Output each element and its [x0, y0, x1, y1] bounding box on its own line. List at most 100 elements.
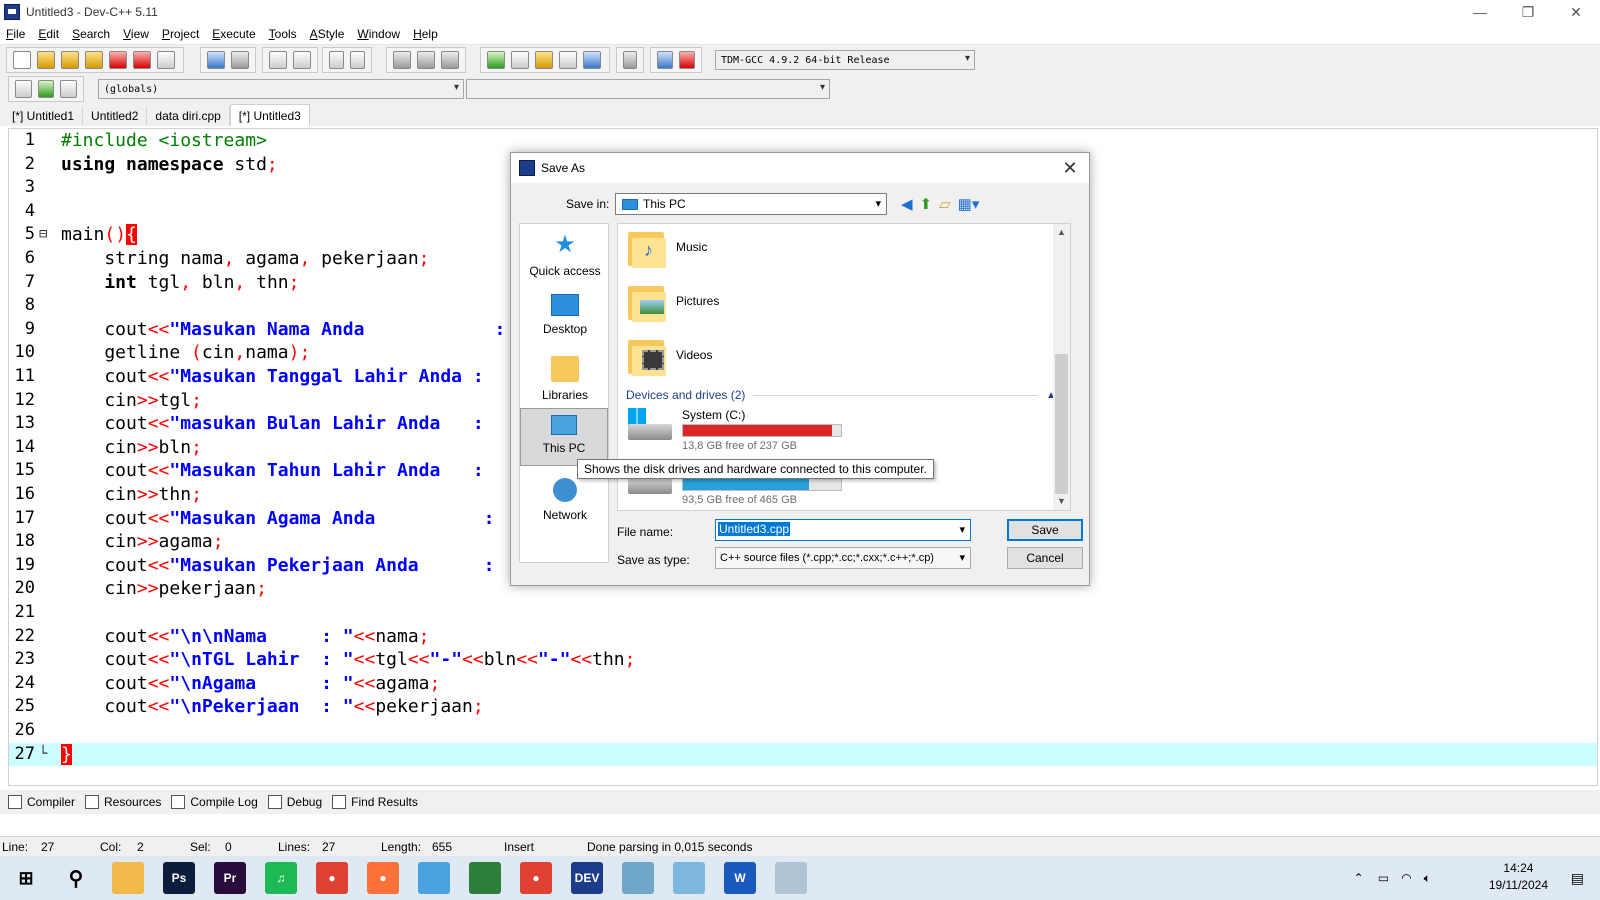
tab-untitled1[interactable]: [*] Untitled1 — [4, 106, 84, 126]
tab-resources[interactable]: Resources — [85, 795, 161, 809]
toggle-comment-icon[interactable] — [441, 51, 459, 69]
code-line[interactable]: 22 cout<<"\n\nNama : "<<nama; — [9, 625, 1597, 649]
firefox-taskbar-icon[interactable]: ● — [367, 862, 399, 894]
chevron-down-icon[interactable]: ▾ — [959, 523, 965, 536]
unindent-icon[interactable] — [350, 51, 365, 69]
minimize-button[interactable]: — — [1456, 0, 1504, 24]
taskbar-clock[interactable]: 14:24 19/11/2024 — [1489, 860, 1548, 894]
back-icon[interactable]: ◀ — [901, 195, 913, 213]
place-quick-access[interactable]: ★ Quick access — [520, 232, 610, 288]
tab-debug[interactable]: Debug — [267, 795, 322, 809]
code-line[interactable]: 23 cout<<"\nTGL Lahir : "<<tgl<<"-"<<bln… — [9, 648, 1597, 672]
menu-edit[interactable]: Edit — [38, 27, 59, 41]
undo-icon[interactable] — [207, 51, 225, 69]
tab-compile-log[interactable]: Compile Log — [171, 795, 258, 809]
scroll-thumb[interactable] — [1055, 354, 1068, 494]
code-line[interactable]: 21 — [9, 601, 1597, 625]
save-all-icon[interactable] — [85, 51, 103, 69]
app8-taskbar-icon[interactable] — [469, 862, 501, 894]
new-file-icon[interactable] — [13, 51, 31, 69]
scroll-down-icon[interactable]: ▼ — [1053, 493, 1070, 510]
code-line[interactable]: 25 cout<<"\nPekerjaan : "<<pekerjaan; — [9, 695, 1597, 719]
battery-icon[interactable]: ▭ — [1378, 871, 1389, 885]
code-line[interactable]: 1 #include <iostream> — [9, 129, 1597, 153]
chrome-taskbar-icon[interactable]: ● — [316, 862, 348, 894]
app14-taskbar-icon[interactable] — [775, 862, 807, 894]
devcpp-taskbar-icon[interactable]: DEV — [571, 862, 603, 894]
search-icon[interactable]: ⚲ — [60, 862, 92, 894]
tab-untitled2[interactable]: Untitled2 — [83, 106, 148, 126]
cancel-button[interactable]: Cancel — [1007, 547, 1083, 569]
place-libraries[interactable]: Libraries — [520, 356, 610, 412]
start-windows-icon[interactable]: ⊞ — [10, 862, 42, 894]
close-file-icon[interactable] — [109, 51, 127, 69]
photoshop-taskbar-icon[interactable]: Ps — [163, 862, 195, 894]
file-list-scrollbar[interactable]: ▲ ▼ — [1053, 224, 1070, 510]
file-explorer-taskbar-icon[interactable] — [112, 862, 144, 894]
profile-chart-icon[interactable] — [657, 51, 673, 69]
stop-execution-icon[interactable] — [623, 51, 637, 69]
compile-icon[interactable] — [487, 51, 505, 69]
code-line[interactable]: 26 — [9, 719, 1597, 743]
close-all-icon[interactable] — [133, 51, 151, 69]
up-folder-icon[interactable]: ⬆ — [920, 195, 933, 213]
goto-previous-icon[interactable] — [393, 51, 411, 69]
find-icon[interactable] — [269, 51, 287, 69]
insert-icon[interactable] — [37, 80, 55, 98]
menu-window[interactable]: Window — [357, 27, 400, 41]
class-browser-icon[interactable] — [60, 80, 78, 98]
chevron-up-icon[interactable]: ⌃ — [1354, 871, 1364, 885]
app7-taskbar-icon[interactable] — [418, 862, 450, 894]
run-icon[interactable] — [511, 51, 529, 69]
save-in-select[interactable]: This PC ▾ — [615, 193, 887, 215]
new-folder-icon[interactable]: ▱ — [939, 195, 951, 213]
maximize-button[interactable]: ❐ — [1504, 0, 1552, 24]
indent-icon[interactable] — [329, 51, 344, 69]
current-code-line[interactable]: 27 └} — [9, 742, 1597, 767]
tab-untitled3[interactable]: [*] Untitled3 — [229, 104, 310, 126]
list-item[interactable]: ♪ Music — [626, 226, 707, 268]
scroll-up-icon[interactable]: ▲ — [1053, 224, 1070, 241]
place-desktop[interactable]: Desktop — [520, 294, 610, 350]
tab-data-diri[interactable]: data diri.cpp — [147, 106, 230, 126]
close-button[interactable]: ✕ — [1552, 0, 1600, 24]
place-network[interactable]: Network — [520, 478, 610, 534]
compile-run-icon[interactable] — [535, 51, 553, 69]
place-this-pc[interactable]: This PC — [520, 408, 608, 466]
rebuild-icon[interactable] — [559, 51, 577, 69]
menu-view[interactable]: View — [123, 27, 149, 41]
print-icon[interactable] — [157, 51, 175, 69]
function-select[interactable]: ▾ — [466, 79, 830, 99]
menu-file[interactable]: File — [6, 27, 25, 41]
list-item[interactable]: Pictures — [626, 280, 719, 322]
check-syntax-icon[interactable] — [583, 51, 601, 69]
app11-taskbar-icon[interactable] — [622, 862, 654, 894]
fold-toggle-icon[interactable]: ⊟ — [39, 223, 47, 247]
drive-item-c[interactable]: System (C:) 13,8 GB free of 237 GB — [626, 408, 842, 452]
dialog-close-button[interactable]: ✕ — [1059, 157, 1081, 179]
volume-icon[interactable]: 🔈︎ — [1424, 871, 1431, 886]
scope-select[interactable]: (globals) ▾ — [98, 79, 464, 99]
app12-taskbar-icon[interactable] — [673, 862, 705, 894]
word-taskbar-icon[interactable]: W — [724, 862, 756, 894]
menu-search[interactable]: Search — [72, 27, 110, 41]
tab-find-results[interactable]: Find Results — [332, 795, 418, 809]
replace-icon[interactable] — [293, 51, 311, 69]
menu-astyle[interactable]: AStyle — [310, 27, 345, 41]
save-type-select[interactable]: C++ source files (*.cpp;*.cc;*.cxx;*.c++… — [715, 547, 971, 569]
menu-project[interactable]: Project — [162, 27, 199, 41]
view-menu-icon[interactable]: ▦▾ — [958, 195, 980, 213]
goto-next-icon[interactable] — [417, 51, 435, 69]
chrome-profile-taskbar-icon[interactable]: ● — [520, 862, 552, 894]
menu-tools[interactable]: Tools — [269, 27, 297, 41]
file-name-input[interactable]: Untitled3.cpp ▾ — [715, 519, 971, 541]
open-file-icon[interactable] — [37, 51, 55, 69]
spotify-taskbar-icon[interactable]: ♫ — [265, 862, 297, 894]
save-button[interactable]: Save — [1007, 519, 1083, 541]
tab-compiler[interactable]: Compiler — [8, 795, 75, 809]
menu-execute[interactable]: Execute — [212, 27, 255, 41]
project-new-icon[interactable] — [15, 80, 32, 98]
devices-group-header[interactable]: Devices and drives (2) ▲ — [626, 386, 1056, 404]
compiler-select[interactable]: TDM-GCC 4.9.2 64-bit Release ▾ — [715, 50, 975, 70]
delete-profile-icon[interactable] — [679, 51, 695, 69]
